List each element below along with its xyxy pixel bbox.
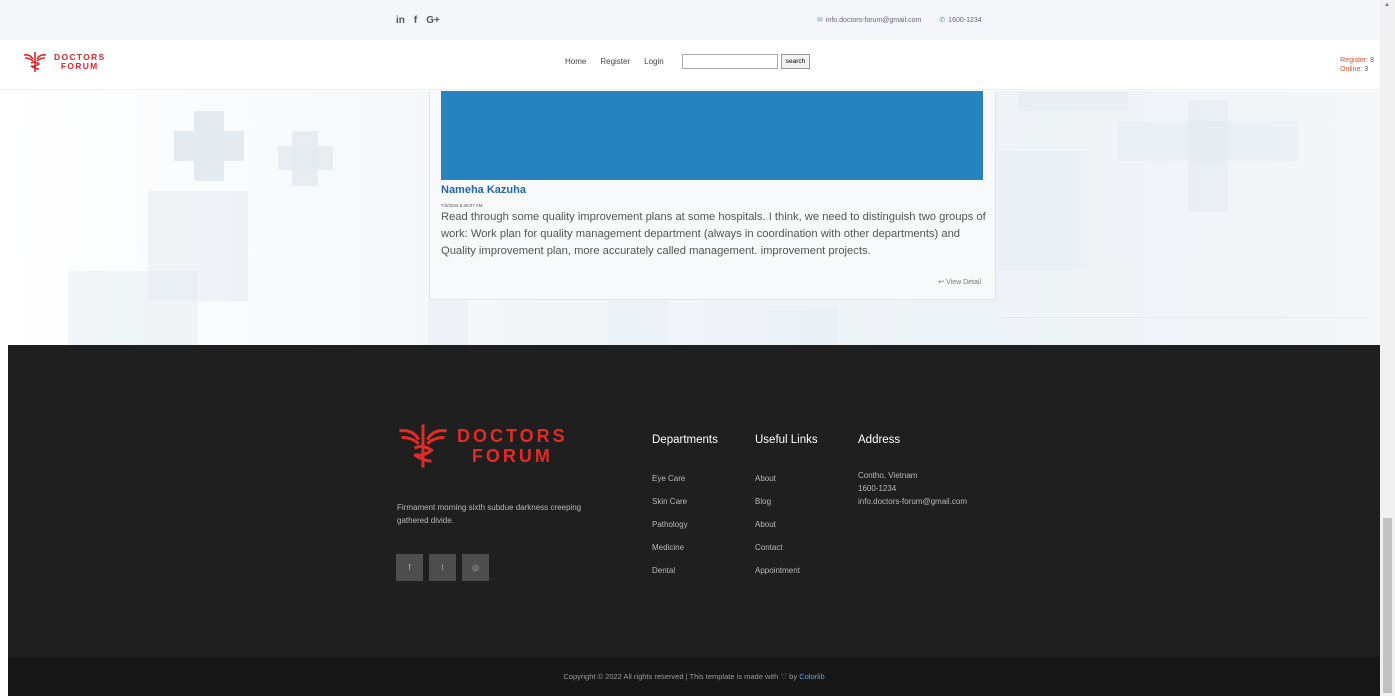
useful-link[interactable]: Appointment <box>755 566 818 589</box>
nav-register[interactable]: Register <box>600 57 630 66</box>
top-phone[interactable]: ✆ 1600-1234 <box>939 16 981 24</box>
nav-login[interactable]: Login <box>644 57 664 66</box>
phone-icon: ✆ <box>939 17 946 24</box>
department-link[interactable]: Skin Care <box>652 497 718 520</box>
useful-link[interactable]: Contact <box>755 543 818 566</box>
departments-title: Departments <box>652 434 718 446</box>
caduceus-logo-icon <box>23 52 47 72</box>
reply-arrow-icon: ↩ <box>938 279 945 286</box>
page-scrollbar[interactable]: ▲ <box>1380 0 1395 696</box>
search-input[interactable] <box>681 54 778 69</box>
department-link[interactable]: Pathology <box>652 520 718 543</box>
useful-link[interactable]: About <box>755 520 818 543</box>
department-link[interactable]: Dental <box>652 566 718 589</box>
main-navbar: DOCTORS FORUM Home Register Login search… <box>0 40 1380 90</box>
nav-home[interactable]: Home <box>565 57 586 66</box>
top-contact-info: ✉ info.doctors-forum@gmail.com ✆ 1600-1234 <box>817 16 982 24</box>
address-phone: 1600-1234 <box>858 484 897 493</box>
footer-useful-links: Useful Links About Blog About Contact Ap… <box>755 434 818 589</box>
address-title: Address <box>858 434 901 446</box>
top-email[interactable]: ✉ info.doctors-forum@gmail.com <box>817 16 921 24</box>
copyright-text: Copyright © 2022 All rights reserved | T… <box>563 672 798 681</box>
instagram-icon[interactable]: ◎ <box>462 554 489 581</box>
post-author[interactable]: Nameha Kazuha <box>441 184 526 196</box>
google-plus-icon[interactable]: G+ <box>426 15 440 26</box>
facebook-icon[interactable]: f <box>414 15 417 26</box>
footer-departments: Departments Eye Care Skin Care Pathology… <box>652 434 718 589</box>
view-detail-link[interactable]: ↩ View Detail <box>938 278 981 286</box>
footer-social: f t ◎ <box>396 554 489 581</box>
scroll-up-icon[interactable]: ▲ <box>1384 2 1390 8</box>
useful-links-title: Useful Links <box>755 434 818 446</box>
logo-line-2: FORUM <box>60 61 99 71</box>
copyright-bar: Copyright © 2022 All rights reserved | T… <box>8 657 1380 696</box>
address-line: Contho, Vietnam <box>858 471 918 480</box>
department-link[interactable]: Medicine <box>652 543 718 566</box>
footer-logo[interactable]: DOCTORS FORUM <box>395 420 568 472</box>
top-social-links: in f G+ <box>396 15 440 26</box>
twitter-icon[interactable]: t <box>429 554 456 581</box>
main-nav: Home Register Login search <box>565 54 811 69</box>
post-date: 7/3/2022 5:28:07 AM <box>441 203 483 208</box>
footer-description: Firmament morning sixth subdue darkness … <box>397 503 582 525</box>
online-count: Online: 3 <box>1340 66 1369 73</box>
useful-link[interactable]: Blog <box>755 497 818 520</box>
scrollbar-thumb[interactable] <box>1383 518 1392 693</box>
colorlib-link[interactable]: Colorlib <box>799 672 824 681</box>
post-content: Read through some quality improvement pl… <box>441 211 986 257</box>
top-contact-bar: in f G+ ✉ info.doctors-forum@gmail.com ✆ 1… <box>0 0 1380 40</box>
site-logo[interactable]: DOCTORS FORUM <box>22 50 105 74</box>
footer-logo-line-2: FORUM <box>471 446 553 466</box>
mail-icon: ✉ <box>817 17 823 24</box>
department-link[interactable]: Eye Care <box>652 474 718 497</box>
footer-logo-line-1: DOCTORS <box>457 426 568 446</box>
linkedin-icon[interactable]: in <box>396 15 405 26</box>
address-email[interactable]: info.doctors-forum@gmail.com <box>858 497 967 510</box>
useful-link[interactable]: About <box>755 474 818 497</box>
user-stats: Register: 8 Online: 3 <box>1340 56 1374 74</box>
post-card: Nameha Kazuha 7/3/2022 5:28:07 AM Read t… <box>429 91 996 300</box>
register-count: Register: 8 <box>1340 57 1374 64</box>
facebook-icon[interactable]: f <box>396 554 423 581</box>
search-button[interactable]: search <box>780 54 811 69</box>
post-image[interactable] <box>441 91 983 180</box>
caduceus-logo-icon <box>399 424 447 468</box>
footer-address: Address Contho, Vietnam 1600-1234 info.d… <box>858 434 967 510</box>
